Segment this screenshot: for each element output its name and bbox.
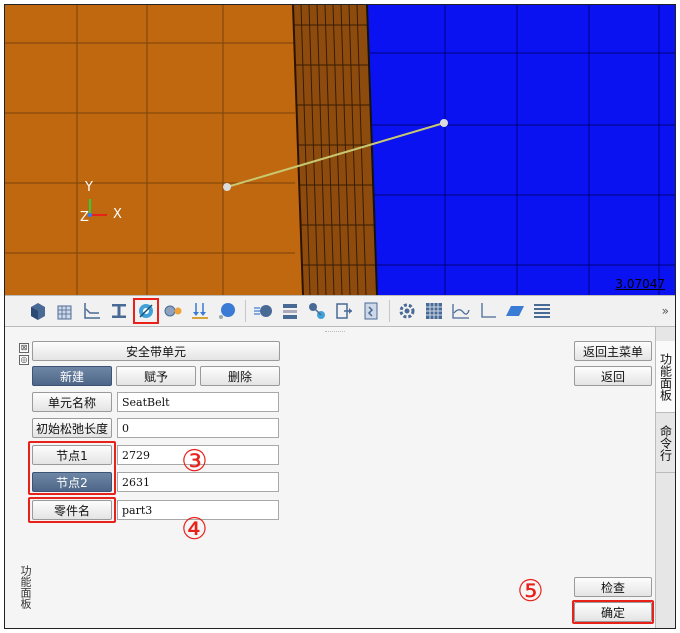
- curve-icon[interactable]: [450, 300, 472, 322]
- lines-icon[interactable]: [531, 300, 553, 322]
- axis-z-label: Z: [80, 210, 89, 225]
- axis-icon[interactable]: [477, 300, 499, 322]
- scale-readout: 3.07047: [615, 277, 665, 291]
- tab-function-panel[interactable]: 功能面板: [656, 341, 675, 413]
- cube-icon[interactable]: [27, 300, 49, 322]
- callout-3: ③: [181, 444, 208, 479]
- toolbar-overflow-icon[interactable]: »: [662, 304, 669, 318]
- doc-icon[interactable]: [360, 300, 382, 322]
- tab-command-line[interactable]: 命令行: [656, 413, 675, 473]
- back-main-menu-button[interactable]: 返回主菜单: [574, 341, 652, 361]
- nodes-icon[interactable]: [306, 300, 328, 322]
- line-chart-icon[interactable]: [81, 300, 103, 322]
- side-tab-strip: 功能面板 命令行: [655, 327, 675, 628]
- arrows-down-icon[interactable]: [189, 300, 211, 322]
- close-panel-icon[interactable]: ⊠: [19, 343, 29, 353]
- sheet-icon[interactable]: [252, 300, 274, 322]
- sphere-icon[interactable]: [216, 300, 238, 322]
- panel-title-button[interactable]: 安全带单元: [32, 341, 280, 361]
- panel-vertical-caption: 功能面板: [19, 565, 32, 609]
- initial-slack-field[interactable]: 0: [117, 418, 279, 438]
- delete-button[interactable]: 删除: [200, 366, 280, 386]
- gears-icon[interactable]: [162, 300, 184, 322]
- new-button[interactable]: 新建: [32, 366, 112, 386]
- app-window: Y Z X 3.07047 » ⊠ ◎ 安全带单元 新建 赋予 删除 单元名称 …: [4, 4, 676, 629]
- node-point[interactable]: [440, 119, 448, 127]
- grid-cube-icon[interactable]: [54, 300, 76, 322]
- stack-icon[interactable]: [279, 300, 301, 322]
- callout-4: ④: [181, 512, 208, 547]
- plane-icon[interactable]: [504, 300, 526, 322]
- node-point[interactable]: [223, 183, 231, 191]
- seatbelt-icon[interactable]: [133, 298, 159, 324]
- node2-button[interactable]: 节点2: [32, 472, 112, 492]
- node1-button[interactable]: 节点1: [32, 445, 112, 465]
- main-toolbar: »: [5, 295, 675, 327]
- check-button[interactable]: 检查: [574, 577, 652, 597]
- axis-x-label: X: [113, 207, 122, 222]
- scene-graphic: [5, 5, 675, 295]
- settings-icon[interactable]: [396, 300, 418, 322]
- axis-y-label: Y: [85, 180, 93, 195]
- element-name-field[interactable]: SeatBelt: [117, 392, 279, 412]
- back-button[interactable]: 返回: [574, 366, 652, 386]
- initial-slack-label: 初始松弛长度: [32, 418, 112, 438]
- function-panel: ⊠ ◎ 安全带单元 新建 赋予 删除 单元名称 SeatBelt 初始松弛长度 …: [5, 327, 655, 628]
- callout-5: ⑤: [517, 574, 544, 609]
- part-name-button[interactable]: 零件名: [32, 500, 112, 520]
- panel-resize-handle[interactable]: [325, 331, 345, 333]
- mesh-icon[interactable]: [423, 300, 445, 322]
- element-name-label: 单元名称: [32, 392, 112, 412]
- assign-button[interactable]: 赋予: [116, 366, 196, 386]
- pin-panel-icon[interactable]: ◎: [19, 355, 29, 365]
- export-icon[interactable]: [333, 300, 355, 322]
- 3d-viewport[interactable]: Y Z X 3.07047: [5, 5, 675, 295]
- beam-icon[interactable]: [108, 300, 130, 322]
- confirm-button[interactable]: 确定: [574, 602, 652, 622]
